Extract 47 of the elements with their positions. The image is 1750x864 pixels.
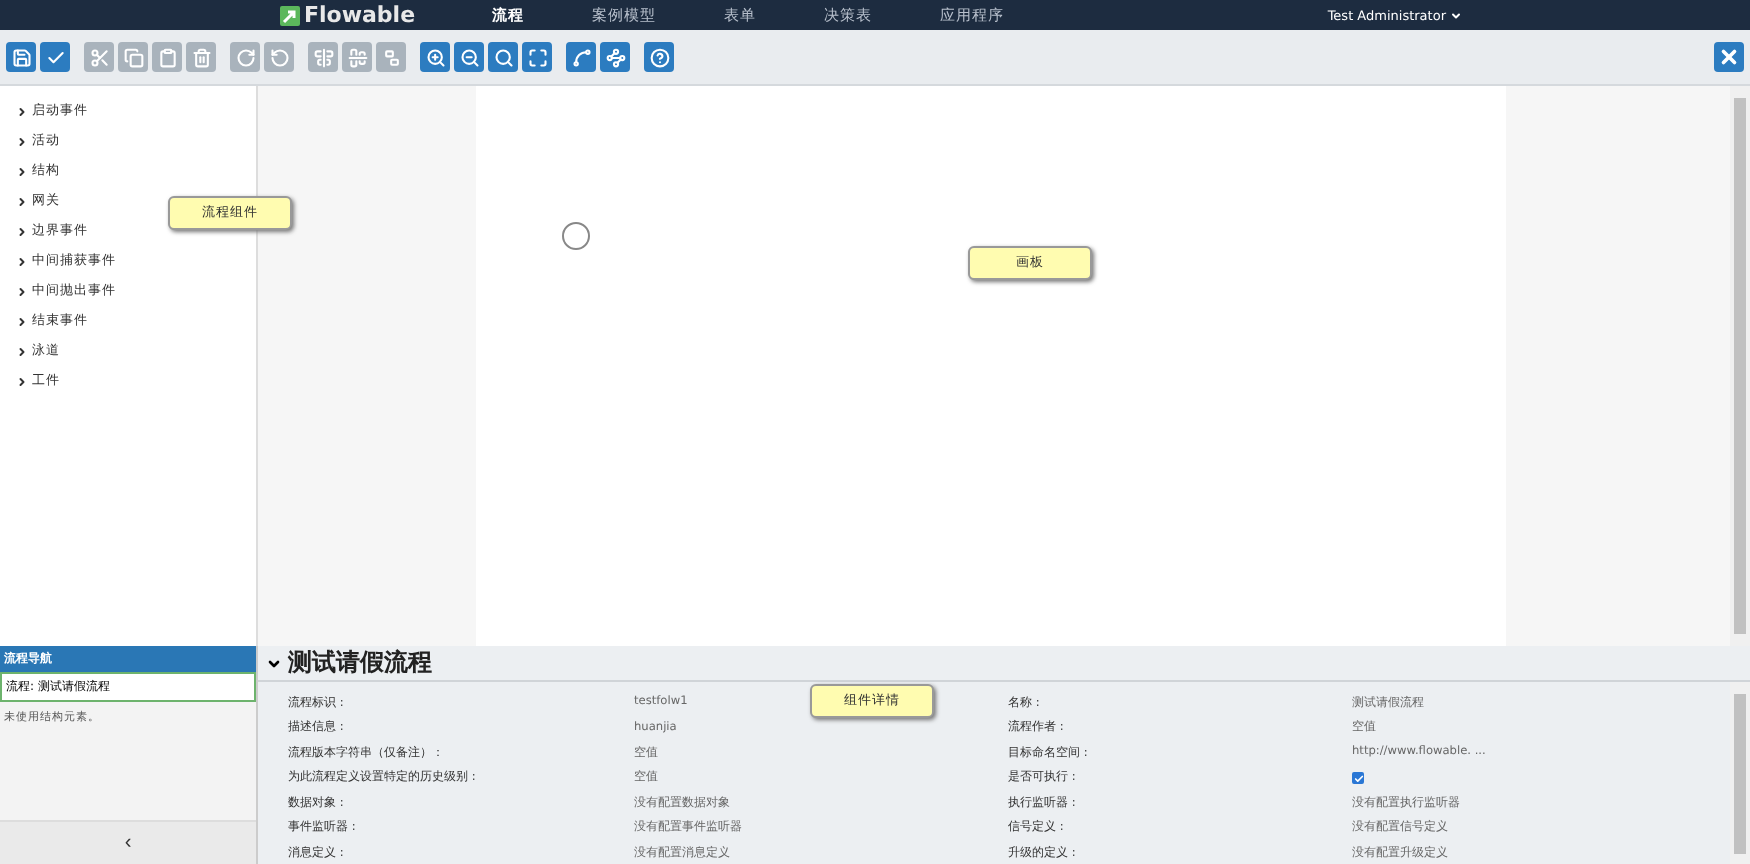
chevron-icon — [16, 285, 28, 297]
toolbar-button[interactable] — [420, 42, 450, 72]
checkmark-icon — [45, 47, 65, 67]
collapse-button[interactable]: ‹ — [0, 820, 256, 864]
process-title: 测试请假流程 — [288, 646, 432, 680]
trash-icon — [191, 47, 211, 67]
chevron-icon — [16, 345, 28, 357]
save-icon — [11, 47, 31, 67]
help-icon — [649, 47, 669, 67]
chevron-icon — [16, 105, 28, 117]
scissors-icon — [89, 47, 109, 67]
logo-icon — [280, 5, 300, 25]
toolbar-button[interactable] — [644, 42, 674, 72]
toolbar-button[interactable] — [6, 42, 36, 72]
waypoints-icon — [605, 47, 625, 67]
fit-icon — [527, 47, 547, 67]
toolbar-button[interactable] — [522, 42, 552, 72]
clipboard-icon — [157, 47, 177, 67]
undo-icon — [269, 47, 289, 67]
chevron-down-icon — [1450, 9, 1462, 21]
toolbar-button[interactable] — [566, 42, 596, 72]
toolbar-button[interactable] — [488, 42, 518, 72]
copy-icon — [123, 47, 143, 67]
close-icon — [1718, 46, 1740, 68]
align-icon — [347, 47, 367, 67]
toolbar-button[interactable] — [600, 42, 630, 72]
chevron-icon — [16, 315, 28, 327]
chevron-icon — [16, 255, 28, 267]
checkbox[interactable] — [1352, 771, 1364, 784]
chevron-icon[interactable] — [266, 655, 282, 671]
align-icon — [313, 47, 333, 67]
chevron-icon — [16, 225, 28, 237]
toolbar-button[interactable] — [454, 42, 484, 72]
logo-text: Flowable — [304, 2, 416, 28]
chevron-icon — [16, 195, 28, 207]
close-button[interactable] — [1714, 42, 1744, 72]
zoom-in-icon — [425, 47, 445, 67]
zoom-out-icon — [459, 47, 479, 67]
magnifier-icon — [493, 47, 513, 67]
chevron-icon — [16, 375, 28, 387]
chevron-icon — [16, 135, 28, 147]
ungroup-icon — [381, 47, 401, 67]
chevron-icon — [16, 165, 28, 177]
redo-icon — [235, 47, 255, 67]
start-event-circle[interactable] — [562, 222, 590, 250]
toolbar-button[interactable] — [40, 42, 70, 72]
curve-icon — [571, 47, 591, 67]
